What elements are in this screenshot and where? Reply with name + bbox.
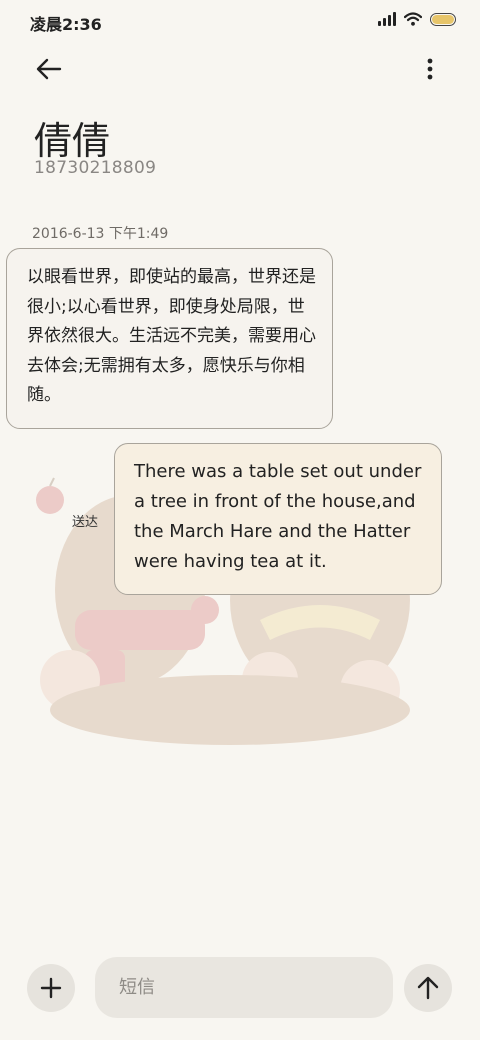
message-input[interactable] [95,957,393,1018]
incoming-message-text: 以眼看世界，即使站的最高，世界还是很小;以心看世界，即使身处局限，世界依然很大。… [27,267,316,405]
contact-phone: 18730218809 [34,158,157,178]
battery-icon [430,12,456,26]
sent-status: 送达 [72,515,99,530]
battery-level [432,14,454,24]
contact-name: 倩倩 [34,119,111,163]
plus-icon [40,977,62,999]
wifi-icon [404,12,422,26]
signal-icon [378,12,396,26]
add-attachment-button[interactable] [27,964,75,1012]
status-bar: 凌晨2:36 [0,0,480,44]
status-icons [378,12,456,26]
status-time: 凌晨2:36 [30,15,102,34]
arrow-left-icon [36,58,62,80]
arrow-up-icon [417,976,439,1000]
back-button[interactable] [26,50,72,88]
send-button[interactable] [404,964,452,1012]
message-date: 2016-6-13 下午1:49 [32,226,169,242]
outgoing-message-bubble[interactable]: There was a table set out under a tree i… [114,443,442,595]
more-vertical-icon [427,58,433,80]
incoming-message-bubble[interactable]: 以眼看世界，即使站的最高，世界还是很小;以心看世界，即使身处局限，世界依然很大。… [6,248,333,429]
outgoing-message-text: There was a table set out under a tree i… [134,461,422,572]
more-options-button[interactable] [410,50,450,88]
